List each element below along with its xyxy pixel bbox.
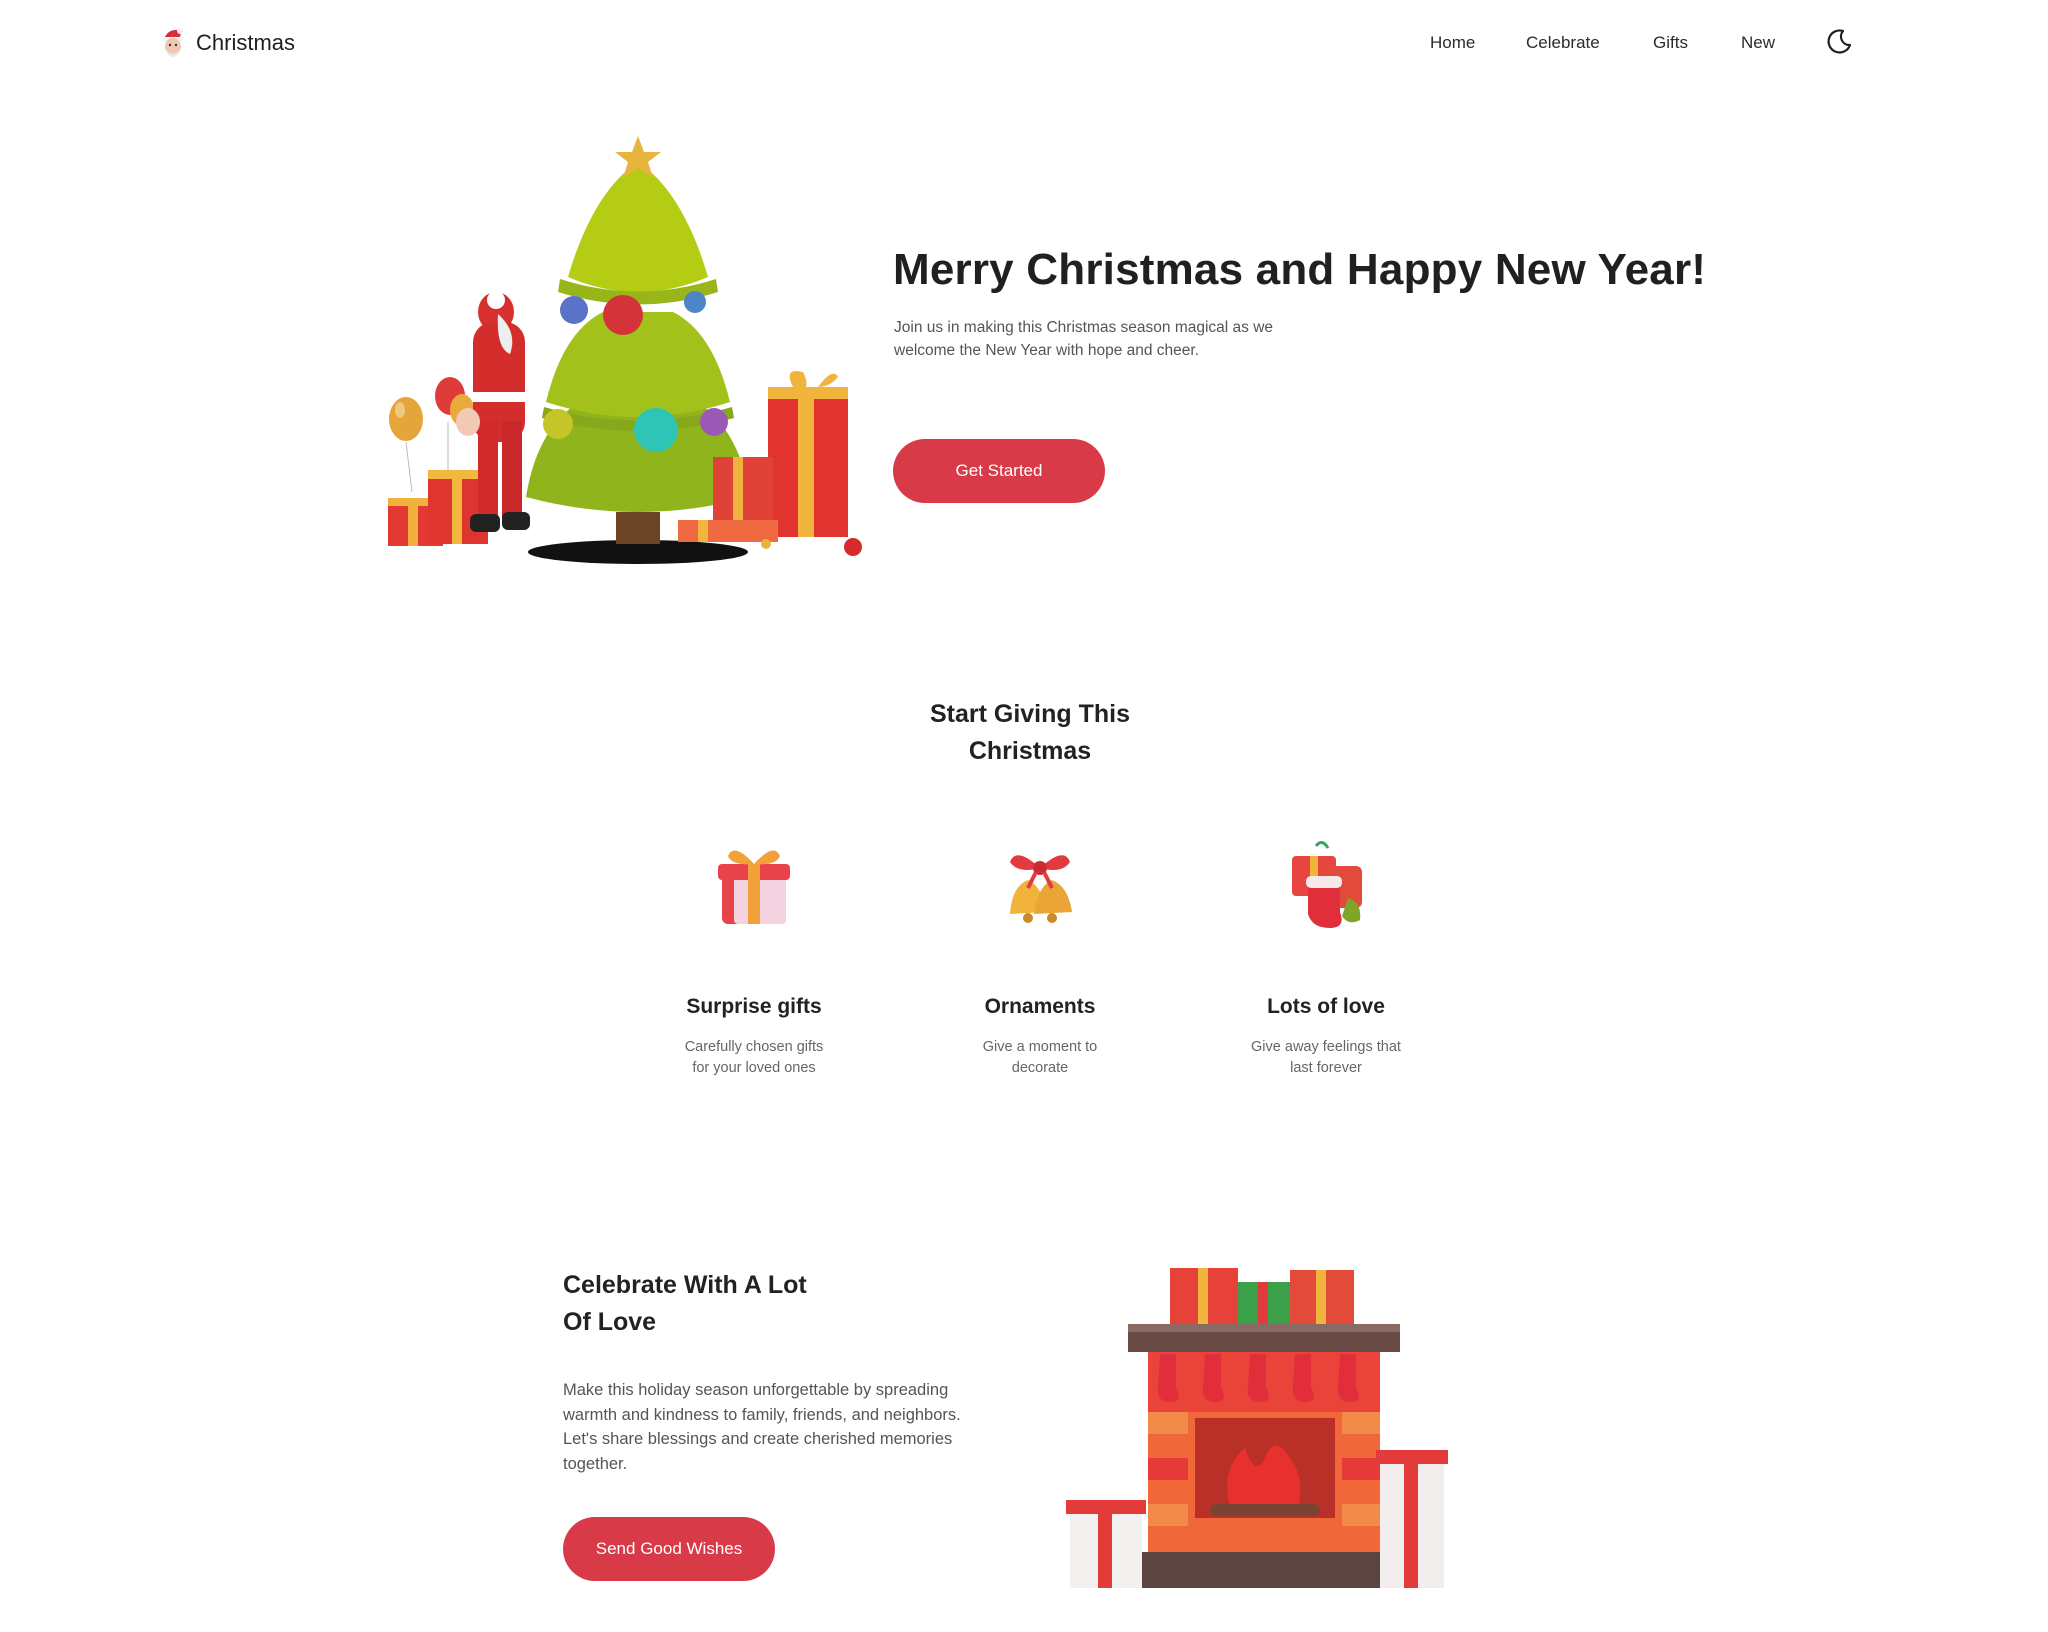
logo[interactable]: Christmas [160,26,295,60]
stocking-icon [1292,841,1362,928]
card-title: Ornaments [984,995,1096,1018]
santa-icon [163,28,183,57]
celebrate-description: Make this holiday season unforgettable b… [563,1381,961,1473]
card-title: Lots of love [1267,995,1385,1018]
card-description: Give away feelings that last forever [1251,1039,1401,1076]
logo-text: Christmas [196,30,296,55]
hero-title: Merry Christmas and Happy New Year! [893,245,1707,294]
nav-home[interactable]: Home [1430,28,1475,58]
hero-description: Join us in making this Christmas season … [894,319,1274,359]
card-description: Give a moment to decorate [982,1039,1098,1076]
card-ornaments: Ornaments Give a moment to decorate [940,836,1140,1079]
send-good-wishes-button[interactable]: Send Good Wishes [563,1517,775,1581]
fireplace-illustration [1066,1268,1448,1588]
nav-celebrate[interactable]: Celebrate [1526,28,1600,58]
card-title: Surprise gifts [686,995,822,1018]
nav-new[interactable]: New [1741,28,1775,58]
header: Christmas Home Celebrate Gifts New [0,0,2048,84]
christmas-tree-illustration [388,136,862,564]
gift-box-icon [718,850,790,924]
celebrate-section-title: Celebrate With A Lot Of Love [563,1271,807,1336]
bells-icon [1010,855,1072,923]
get-started-button[interactable]: Get Started [893,439,1105,503]
card-lots-of-love: Lots of love Give away feelings that las… [1226,836,1426,1079]
giving-section-title: Start Giving This Christmas [929,700,1131,765]
moon-icon[interactable] [1824,26,1854,56]
page: Christmas Home Celebrate Gifts New Merry… [0,0,2048,1632]
card-description: Carefully chosen gifts for your loved on… [684,1039,824,1076]
card-surprise-gifts: Surprise gifts Carefully chosen gifts fo… [654,836,854,1079]
nav-gifts[interactable]: Gifts [1653,28,1688,58]
